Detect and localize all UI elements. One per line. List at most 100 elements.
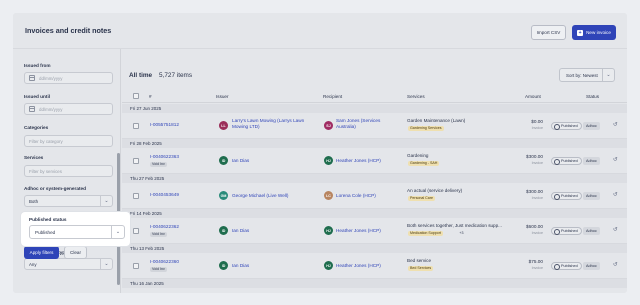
table-row[interactable]: I-0040622360 Void Inv ID Ian Dias HJ Heather … bbox=[122, 253, 627, 279]
column-services: Services bbox=[407, 94, 425, 99]
issued-from-field[interactable]: dd/mm/yyyy bbox=[24, 72, 113, 84]
service-category-chip: Gardening - SAH bbox=[408, 161, 440, 166]
void-tag: Void Inv bbox=[150, 267, 167, 272]
void-tag: Void Inv bbox=[150, 232, 167, 237]
recipient-name-link[interactable]: Australia) bbox=[336, 124, 356, 130]
source-value: Any bbox=[29, 261, 37, 267]
invoice-number-link[interactable]: I-0040622363 bbox=[150, 154, 179, 159]
issuer-name-link[interactable]: Mowing LTD) bbox=[232, 124, 260, 130]
date-group-header: Fri 27 Jun 2025 bbox=[122, 104, 627, 113]
recipient-name-link[interactable]: Heather Jones (HCP) bbox=[336, 158, 381, 164]
sort-select[interactable]: Sort by: Newest ⌄ bbox=[559, 68, 615, 82]
service-description: Garden Maintenance (Lawn) bbox=[407, 118, 466, 123]
issuer-name-link[interactable]: Larry's Lawn Mowing (Larrys Lawn bbox=[232, 118, 304, 124]
categories-placeholder: Filter by category bbox=[29, 138, 63, 144]
amount-type: Invoice bbox=[531, 266, 543, 270]
chevron-down-icon: ⌄ bbox=[602, 69, 614, 81]
select-all-checkbox[interactable] bbox=[133, 93, 139, 99]
service-category-chip: Gardening Services bbox=[408, 126, 444, 131]
issuer-avatar: LL bbox=[219, 121, 228, 130]
revert-icon[interactable]: ↺ bbox=[613, 192, 618, 198]
source-select[interactable]: Any ⌄ bbox=[24, 258, 113, 270]
row-checkbox[interactable] bbox=[133, 123, 139, 129]
issued-from-label: Issued from bbox=[24, 63, 51, 68]
page-header: Invoices and credit notes Import CSV + N… bbox=[13, 13, 627, 49]
invoice-number-link[interactable]: I-0055751812 bbox=[150, 122, 179, 127]
issuer-avatar: ID bbox=[219, 226, 228, 235]
row-checkbox[interactable] bbox=[133, 263, 139, 269]
row-checkbox[interactable] bbox=[133, 158, 139, 164]
invoice-list-panel: All time 5,727 items Sort by: Newest ⌄ #… bbox=[122, 49, 627, 293]
invoice-number-link[interactable]: I-0040622362 bbox=[150, 224, 179, 229]
amount-type: Invoice bbox=[531, 126, 543, 130]
table-row[interactable]: I-0040622362 Void Inv ID Ian Dias HJ Heather … bbox=[122, 218, 627, 244]
date-group-header: Fri 14 Feb 2025 bbox=[122, 209, 627, 218]
calendar-icon bbox=[29, 75, 35, 81]
recipient-name-link[interactable]: Lorena Cole (HCP) bbox=[336, 193, 376, 199]
row-checkbox[interactable] bbox=[133, 193, 139, 199]
service-description: Gardening bbox=[407, 153, 429, 158]
issuer-name-link[interactable]: Ian Dias bbox=[232, 158, 249, 164]
amount-value: $600.00 bbox=[526, 224, 543, 229]
invoice-number-link[interactable]: I-0040622360 bbox=[150, 259, 179, 264]
issued-until-placeholder: dd/mm/yyyy bbox=[39, 106, 63, 112]
published-status-value: Published bbox=[35, 229, 56, 235]
column-amount: Amount bbox=[525, 94, 541, 99]
service-description: An actual (service delivery) bbox=[407, 188, 463, 193]
new-invoice-label: New invoice bbox=[586, 30, 611, 35]
status-badge: Published bbox=[551, 192, 582, 200]
import-csv-button[interactable]: Import CSV bbox=[531, 25, 566, 40]
table-row[interactable]: I-0040622363 Void Inv ID Ian Dias HJ Heather … bbox=[122, 148, 627, 174]
date-group-header: Thu 16 Jan 2025 bbox=[122, 279, 627, 288]
services-field[interactable]: Filter by services bbox=[24, 165, 113, 177]
adhoc-select[interactable]: Both ⌄ bbox=[24, 195, 113, 207]
calendar-icon bbox=[29, 106, 35, 112]
issued-from-placeholder: dd/mm/yyyy bbox=[39, 75, 63, 81]
chevron-down-icon: ⌄ bbox=[111, 226, 124, 238]
adhoc-badge: Adhoc bbox=[583, 122, 600, 130]
adhoc-badge: Adhoc bbox=[583, 192, 600, 200]
issuer-avatar: GM bbox=[219, 191, 228, 200]
clear-filters-button[interactable]: Clear bbox=[64, 246, 87, 259]
status-badge: Published bbox=[551, 157, 582, 165]
issuer-name-link[interactable]: George Michael (Live Well) bbox=[232, 193, 288, 199]
recipient-avatar: LC bbox=[324, 191, 333, 200]
recipient-avatar: HJ bbox=[324, 261, 333, 270]
apply-filters-button[interactable]: Apply filters bbox=[24, 246, 59, 259]
column-status: Status bbox=[586, 94, 600, 99]
service-category-chip: Personal Care bbox=[408, 196, 435, 201]
issuer-name-link[interactable]: Ian Dias bbox=[232, 263, 249, 269]
service-category-chip: Medication Support bbox=[408, 231, 443, 236]
service-description: Bed service bbox=[407, 258, 432, 263]
plus-icon: + bbox=[577, 29, 584, 36]
invoice-number-link[interactable]: I-0040453649 bbox=[150, 192, 179, 197]
categories-field[interactable]: Filter by category bbox=[24, 135, 113, 147]
service-category-chip: +3 bbox=[459, 231, 464, 235]
amount-value: $300.00 bbox=[526, 189, 543, 194]
recipient-name-link[interactable]: Heather Jones (HCP) bbox=[336, 263, 381, 269]
status-badge: Published bbox=[551, 262, 582, 270]
new-invoice-button[interactable]: + New invoice bbox=[572, 25, 616, 40]
column-issuer: Issuer bbox=[216, 94, 229, 99]
row-checkbox[interactable] bbox=[133, 228, 139, 234]
revert-icon[interactable]: ↺ bbox=[613, 262, 618, 268]
issuer-avatar: ID bbox=[219, 261, 228, 270]
adhoc-badge: Adhoc bbox=[583, 227, 600, 235]
table-row[interactable]: I-0055751812 LL Larry's Lawn Mowing (Larry… bbox=[122, 113, 627, 139]
recipient-avatar: HJ bbox=[324, 156, 333, 165]
issued-until-label: Issued until bbox=[24, 94, 51, 99]
table-row[interactable]: I-0040453649 GM George Michael (Live Well)… bbox=[122, 183, 627, 209]
revert-icon[interactable]: ↺ bbox=[613, 122, 618, 128]
amount-type: Invoice bbox=[531, 161, 543, 165]
revert-icon[interactable]: ↺ bbox=[613, 227, 618, 233]
revert-icon[interactable]: ↺ bbox=[613, 157, 618, 163]
adhoc-badge: Adhoc bbox=[583, 157, 600, 165]
recipient-name-link[interactable]: Heather Jones (HCP) bbox=[336, 228, 381, 234]
recipient-name-link[interactable]: Sam Jones (Services bbox=[336, 118, 380, 124]
issued-until-field[interactable]: dd/mm/yyyy bbox=[24, 103, 113, 115]
issuer-name-link[interactable]: Ian Dias bbox=[232, 228, 249, 234]
published-status-select[interactable]: Published ⌄ bbox=[29, 225, 125, 239]
amount-value: $0.00 bbox=[531, 119, 543, 124]
amount-type: Invoice bbox=[531, 231, 543, 235]
issuer-avatar: ID bbox=[219, 156, 228, 165]
